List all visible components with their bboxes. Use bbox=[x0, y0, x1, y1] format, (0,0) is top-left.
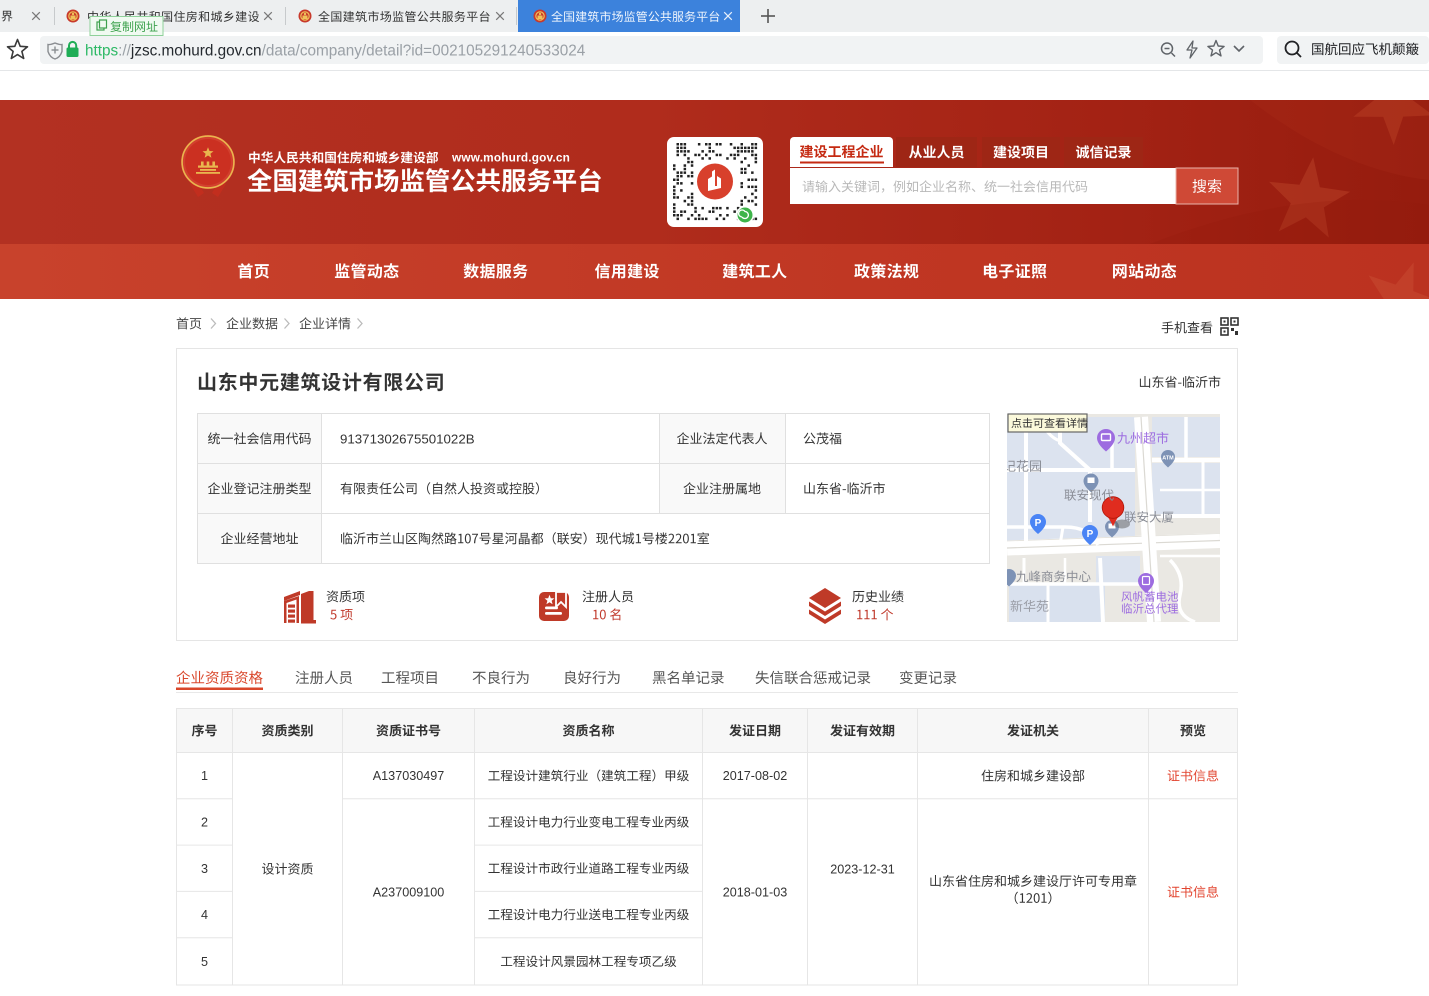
svg-text:P: P bbox=[1035, 518, 1042, 529]
svg-text:4: 4 bbox=[201, 908, 208, 922]
svg-text:A137030497: A137030497 bbox=[373, 769, 444, 783]
svg-text:ATM: ATM bbox=[1162, 456, 1174, 462]
svg-text:2017-08-02: 2017-08-02 bbox=[723, 769, 787, 783]
svg-text:3: 3 bbox=[201, 862, 208, 876]
svg-text:1: 1 bbox=[201, 769, 208, 783]
svg-text:https://jzsc.mohurd.gov.cn/dat: https://jzsc.mohurd.gov.cn/data/company/… bbox=[85, 43, 586, 60]
svg-text:A237009100: A237009100 bbox=[373, 885, 444, 899]
svg-text:91371302675501022B: 91371302675501022B bbox=[340, 431, 475, 446]
svg-text:2018-01-03: 2018-01-03 bbox=[723, 885, 787, 899]
svg-text:P: P bbox=[1087, 529, 1094, 540]
svg-text:www.mohurd.gov.cn: www.mohurd.gov.cn bbox=[451, 151, 570, 165]
svg-text:2023-12-31: 2023-12-31 bbox=[830, 862, 894, 876]
svg-text:2: 2 bbox=[201, 816, 208, 830]
svg-text:5: 5 bbox=[201, 955, 208, 969]
